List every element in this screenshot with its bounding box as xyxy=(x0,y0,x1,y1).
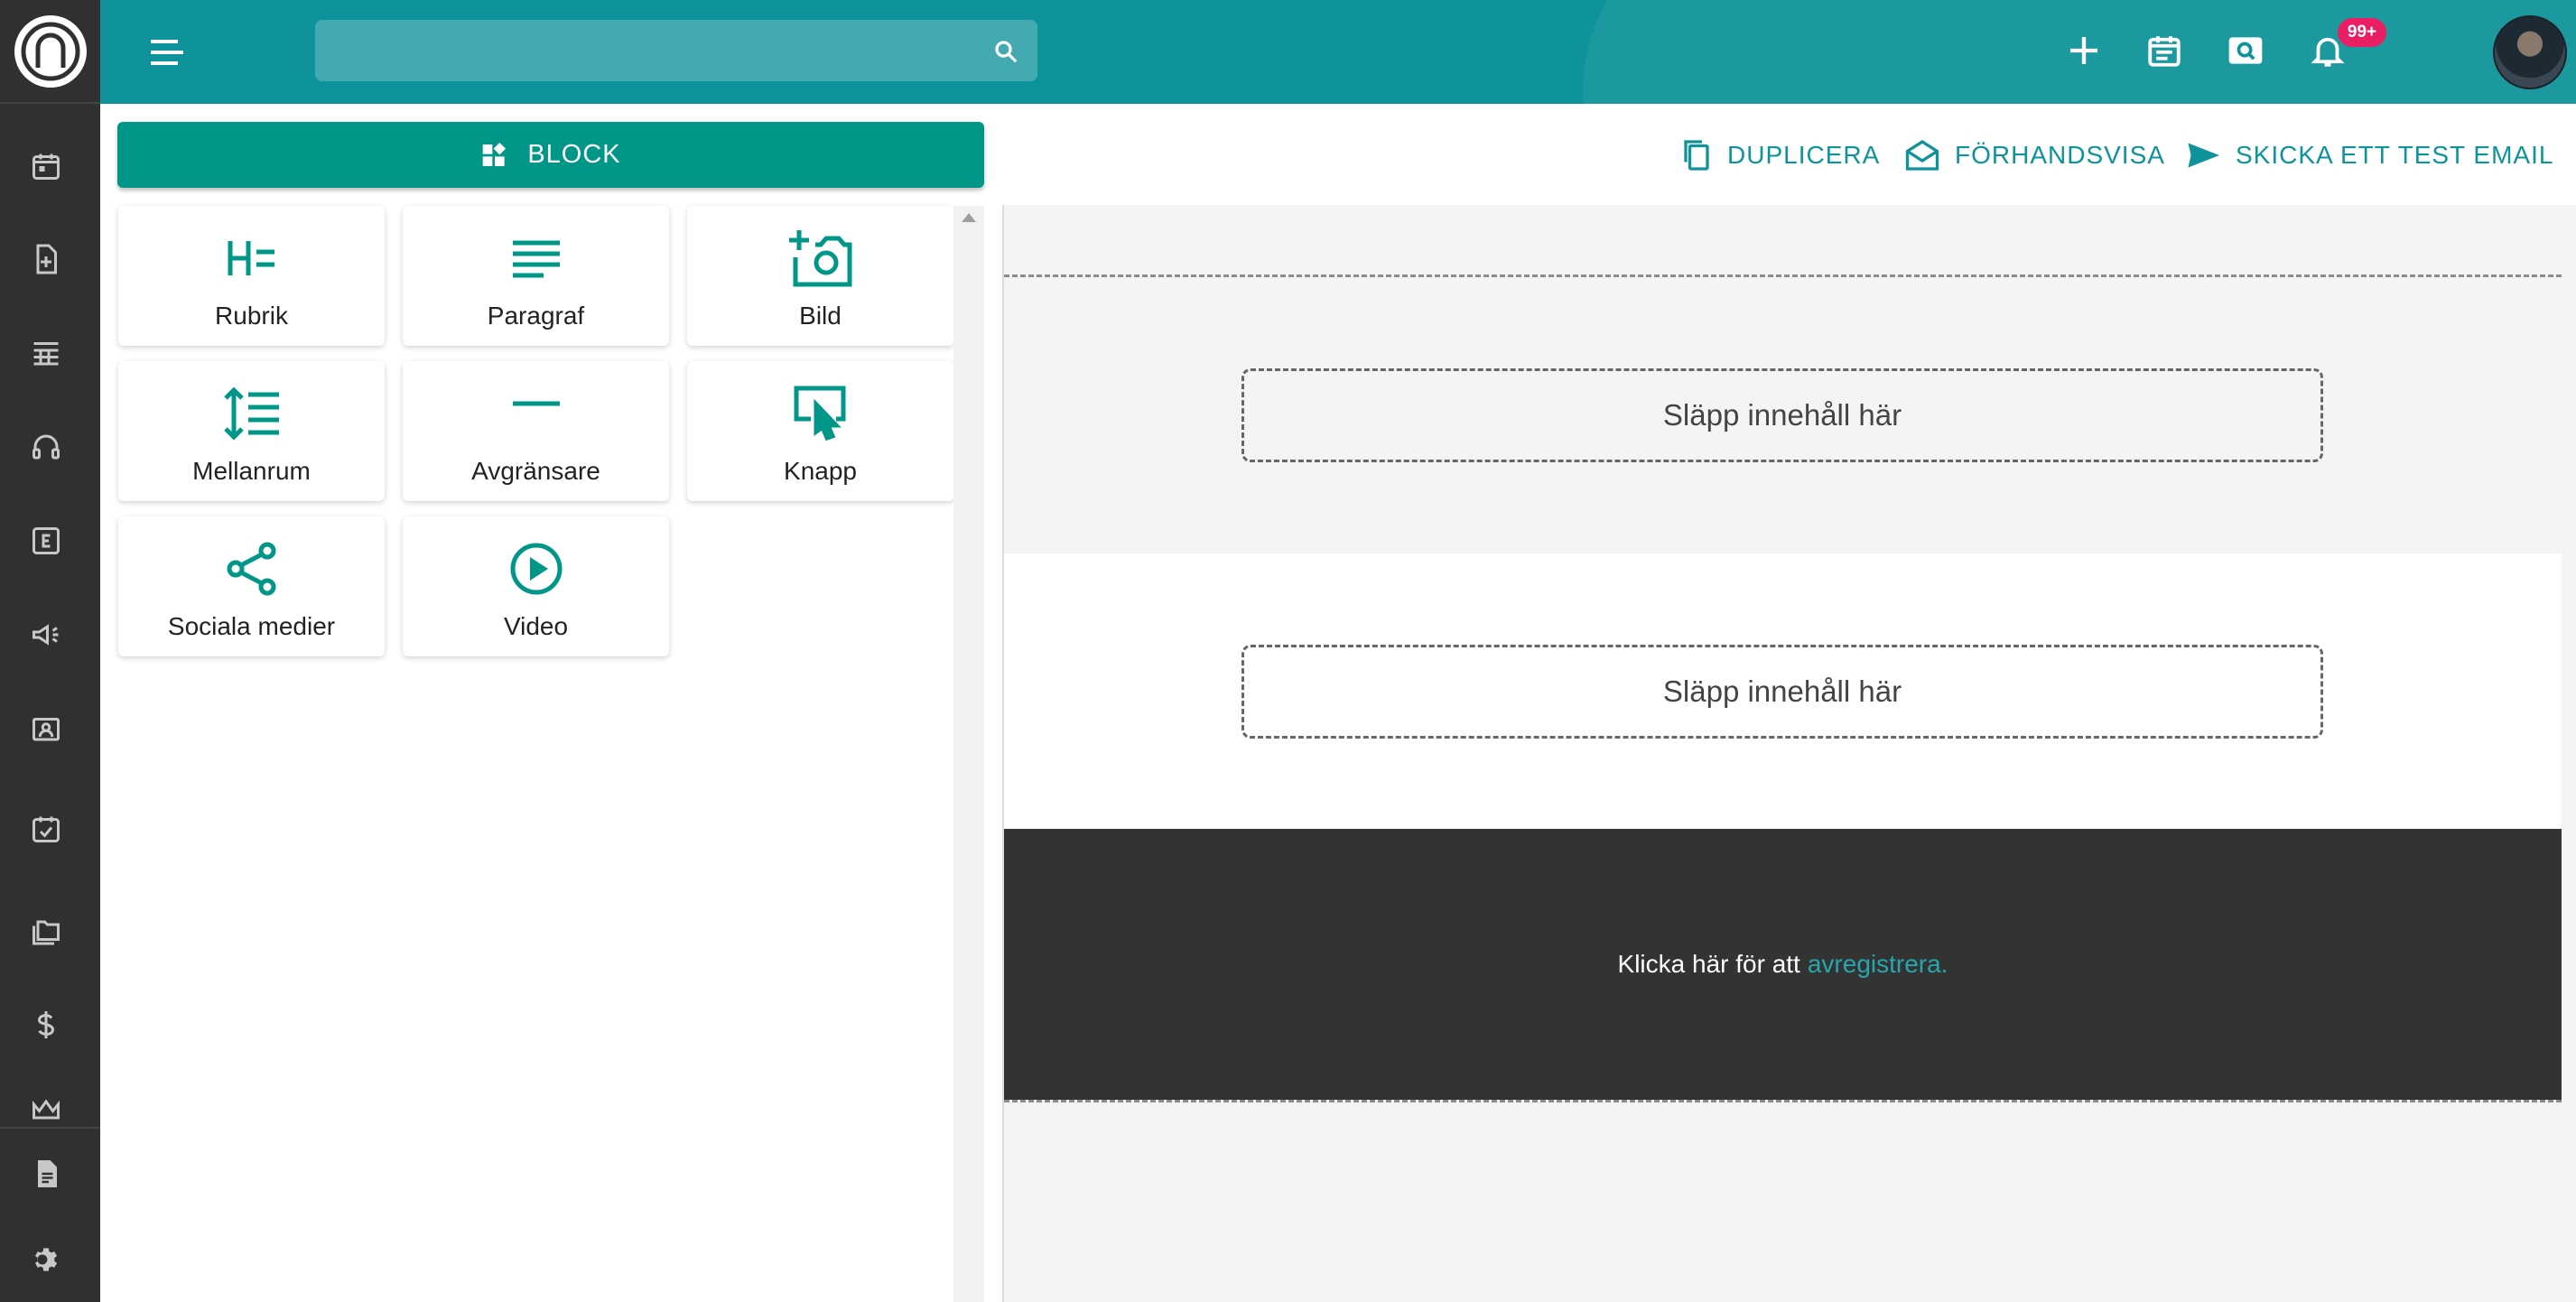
settings-gear-icon[interactable] xyxy=(27,1241,65,1279)
tile-label: Knapp xyxy=(784,457,857,485)
preview-label: FÖRHANDSVISA xyxy=(1955,141,2165,169)
rail-divider xyxy=(0,1127,100,1129)
footer-text: Klicka här för att xyxy=(1617,950,1800,978)
share-icon xyxy=(216,533,288,605)
paragraph-icon xyxy=(500,222,572,294)
tile-label: Sociala medier xyxy=(167,612,336,640)
tile-label: Video xyxy=(503,612,569,640)
top-app-bar: 99+ xyxy=(100,0,2576,104)
search-icon[interactable] xyxy=(992,38,1019,65)
campaign-icon[interactable] xyxy=(27,616,65,654)
folders-icon[interactable] xyxy=(27,911,65,949)
tile-label: Bild xyxy=(799,302,842,330)
table-view-icon[interactable] xyxy=(27,334,65,372)
search-bar[interactable] xyxy=(315,20,1037,81)
tile-spacing[interactable]: Mellanrum xyxy=(118,361,385,501)
send-icon xyxy=(2188,143,2219,168)
side-nav-rail xyxy=(0,0,100,1302)
tile-paragraph[interactable]: Paragraf xyxy=(403,206,669,346)
menu-icon[interactable] xyxy=(147,33,187,72)
user-avatar[interactable] xyxy=(2493,15,2567,89)
dollar-icon[interactable] xyxy=(27,1006,65,1044)
drafts-mail-icon xyxy=(1905,140,1939,171)
block-tiles-grid: Rubrik Paragraf Bild Mellanrum Avgränsar… xyxy=(118,206,972,1302)
search-input[interactable] xyxy=(315,20,983,81)
email-section-2[interactable]: Släpp innehåll här xyxy=(1004,553,2562,829)
tile-heading[interactable]: Rubrik xyxy=(118,206,385,346)
event-task-icon[interactable] xyxy=(27,810,65,848)
add-photo-icon xyxy=(785,222,857,294)
spacing-icon xyxy=(216,377,288,450)
tile-button[interactable]: Knapp xyxy=(687,361,953,501)
e-document-icon[interactable] xyxy=(27,522,65,560)
notification-badge: 99+ xyxy=(2338,18,2386,47)
button-click-icon xyxy=(785,377,857,450)
email-section-1[interactable]: Släpp innehåll här xyxy=(1004,277,2562,553)
duplicate-label: DUPLICERA xyxy=(1727,141,1881,169)
tile-label: Mellanrum xyxy=(192,457,311,485)
tile-divider[interactable]: Avgränsare xyxy=(403,361,669,501)
drop-zone[interactable]: Släpp innehåll här xyxy=(1242,368,2323,462)
unsubscribe-link[interactable]: avregistrera. xyxy=(1808,950,1948,979)
play-circle-icon xyxy=(500,533,572,605)
copy-icon xyxy=(1684,140,1709,171)
app-logo[interactable] xyxy=(0,0,100,104)
section-border-bottom xyxy=(1004,1100,2562,1102)
duplicate-button[interactable]: DUPLICERA xyxy=(1680,136,1880,174)
preview-button[interactable]: FÖRHANDSVISA xyxy=(1904,136,2165,174)
contacts-folder-icon[interactable] xyxy=(27,710,65,748)
scroll-up-arrow-icon[interactable] xyxy=(962,213,976,222)
tile-image[interactable]: Bild xyxy=(687,206,953,346)
divider-icon xyxy=(500,377,572,450)
image-search-icon[interactable] xyxy=(2220,25,2271,76)
add-icon[interactable] xyxy=(2059,25,2109,76)
description-icon[interactable] xyxy=(27,1155,65,1193)
tile-social-media[interactable]: Sociala medier xyxy=(118,516,385,656)
crown-icon[interactable] xyxy=(27,1096,65,1123)
tile-video[interactable]: Video xyxy=(403,516,669,656)
editor-toolbar: DUPLICERA FÖRHANDSVISA SKICKA ETT TEST E… xyxy=(1002,104,2576,205)
tile-label: Avgränsare xyxy=(471,457,600,485)
heading-icon xyxy=(216,222,288,294)
unsubscribe-text: Klicka här för att avregistrera. xyxy=(1004,829,2562,1100)
logo-icon xyxy=(14,14,87,88)
send-test-label: SKICKA ETT TEST EMAIL xyxy=(2236,141,2554,169)
email-footer-section[interactable]: Klicka här för att avregistrera. xyxy=(1004,829,2562,1100)
block-panel: BLOCK Rubrik Paragraf Bild Mellanrum Avg… xyxy=(100,104,1002,1302)
headset-icon[interactable] xyxy=(27,428,65,466)
calendar-icon[interactable] xyxy=(27,147,65,185)
calendar-event-icon[interactable] xyxy=(2139,25,2190,76)
add-document-icon[interactable] xyxy=(27,240,65,278)
canvas-scrollbar[interactable] xyxy=(2562,205,2576,1302)
tile-label: Paragraf xyxy=(487,302,585,330)
drop-zone[interactable]: Släpp innehåll här xyxy=(1242,645,2323,739)
panel-scrollbar[interactable] xyxy=(953,206,984,1302)
send-test-email-button[interactable]: SKICKA ETT TEST EMAIL xyxy=(2185,136,2553,174)
block-button-label: BLOCK xyxy=(527,140,621,169)
block-button[interactable]: BLOCK xyxy=(117,122,984,188)
email-canvas: Släpp innehåll här Släpp innehåll här Kl… xyxy=(1002,205,2576,1302)
widgets-icon xyxy=(482,142,507,166)
tile-label: Rubrik xyxy=(215,302,288,330)
